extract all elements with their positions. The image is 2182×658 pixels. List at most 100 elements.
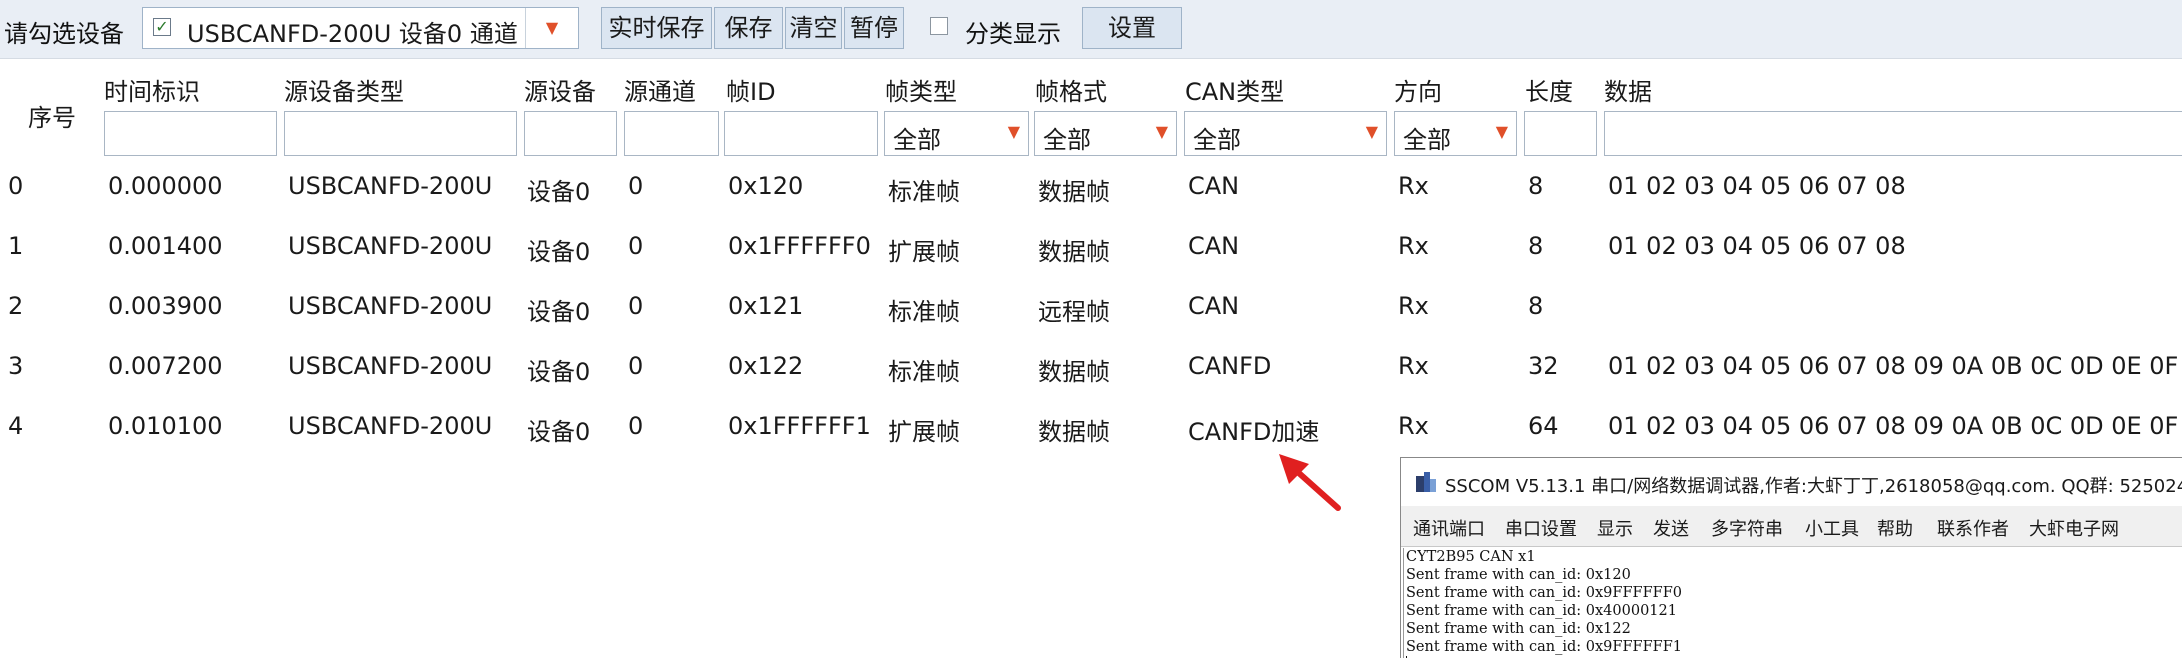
table-row[interactable]: 0 0.000000 USBCANFD-200U 设备0 0 0x120 标准帧…	[0, 160, 2182, 220]
filter-direction-value: 全部	[1403, 126, 1451, 154]
cell-can-type: CAN	[1188, 172, 1240, 200]
table-row[interactable]: 3 0.007200 USBCANFD-200U 设备0 0 0x122 标准帧…	[0, 340, 2182, 400]
column-header-time: 时间标识	[104, 78, 200, 106]
menu-item-website[interactable]: 大虾电子网	[2029, 515, 2119, 541]
cell-seq: 4	[8, 412, 24, 440]
column-header-device: 源设备	[524, 78, 596, 106]
cell-channel: 0	[628, 232, 644, 260]
filter-frame-type-select[interactable]: 全部 ▼	[884, 111, 1029, 156]
table-row[interactable]: 4 0.010100 USBCANFD-200U 设备0 0 0x1FFFFFF…	[0, 400, 2182, 460]
sscom-title-bar[interactable]: SSCOM V5.13.1 串口/网络数据调试器,作者:大虾丁丁,2618058…	[1401, 458, 2182, 506]
cell-frame-id: 0x1FFFFFF1	[728, 412, 871, 440]
cell-time: 0.007200	[108, 352, 223, 380]
cell-seq: 2	[8, 292, 24, 320]
menu-item-send[interactable]: 发送	[1653, 515, 1689, 541]
classify-label: 分类显示	[965, 20, 1061, 48]
filter-can-type-value: 全部	[1193, 126, 1241, 154]
cell-frame-format: 数据帧	[1038, 178, 1110, 206]
table-row[interactable]: 1 0.001400 USBCANFD-200U 设备0 0 0x1FFFFFF…	[0, 220, 2182, 280]
device-select-value: USBCANFD-200U 设备0 通道0	[187, 20, 519, 48]
column-header-frame-type: 帧类型	[885, 78, 957, 106]
column-header-seq: 序号	[28, 104, 76, 132]
menu-item-help[interactable]: 帮助	[1877, 515, 1913, 541]
cell-device: 设备0	[527, 178, 591, 206]
cell-channel: 0	[628, 292, 644, 320]
filter-direction-select[interactable]: 全部 ▼	[1394, 111, 1517, 156]
menu-item-serial-settings[interactable]: 串口设置	[1505, 515, 1577, 541]
cell-length: 32	[1528, 352, 1559, 380]
annotation-arrow-icon	[1279, 454, 1341, 511]
menu-item-tools[interactable]: 小工具	[1805, 515, 1859, 541]
cell-device-type: USBCANFD-200U	[288, 292, 493, 320]
cell-frame-type: 扩展帧	[888, 238, 960, 266]
filter-frame-id-input[interactable]	[724, 111, 878, 156]
sscom-menu-bar: 通讯端口 串口设置 显示 发送 多字符串 小工具 帮助 联系作者 大虾电子网	[1401, 506, 2182, 547]
filter-can-type-select[interactable]: 全部 ▼	[1184, 111, 1387, 156]
cell-can-type: CANFD	[1188, 352, 1272, 380]
menu-item-multi-string[interactable]: 多字符串	[1711, 515, 1783, 541]
cell-channel: 0	[628, 412, 644, 440]
chevron-down-icon[interactable]: ▼	[1008, 122, 1020, 141]
filter-device-type-input[interactable]	[284, 111, 517, 156]
chevron-down-icon[interactable]: ▼	[525, 8, 578, 48]
table-row[interactable]: 2 0.003900 USBCANFD-200U 设备0 0 0x121 标准帧…	[0, 280, 2182, 340]
menu-item-port[interactable]: 通讯端口	[1413, 515, 1485, 541]
column-header-frame-id: 帧ID	[726, 78, 776, 106]
column-header-device-type: 源设备类型	[284, 78, 404, 106]
cell-length: 8	[1528, 232, 1544, 260]
cell-seq: 0	[8, 172, 24, 200]
sscom-window: SSCOM V5.13.1 串口/网络数据调试器,作者:大虾丁丁,2618058…	[1400, 457, 2182, 658]
cell-frame-type: 扩展帧	[888, 418, 960, 446]
cell-frame-format: 数据帧	[1038, 418, 1110, 446]
realtime-save-button[interactable]: 实时保存	[601, 7, 712, 49]
toolbar: 请勾选设备 ✓ USBCANFD-200U 设备0 通道0 ▼ 实时保存 保存 …	[0, 0, 2182, 59]
filter-device-input[interactable]	[524, 111, 617, 156]
filter-frame-format-select[interactable]: 全部 ▼	[1034, 111, 1177, 156]
cell-device: 设备0	[527, 238, 591, 266]
log-line: Sent frame with can_id: 0x120	[1406, 567, 1631, 583]
column-header-length: 长度	[1525, 78, 1573, 106]
cell-time: 0.001400	[108, 232, 223, 260]
device-checkbox[interactable]: ✓	[153, 18, 171, 36]
cell-time: 0.003900	[108, 292, 223, 320]
cell-can-type: CAN	[1188, 292, 1240, 320]
filter-frame-type-value: 全部	[893, 126, 941, 154]
menu-item-display[interactable]: 显示	[1597, 515, 1633, 541]
save-button[interactable]: 保存	[714, 7, 783, 49]
cell-frame-id: 0x122	[728, 352, 804, 380]
cell-can-type: CAN	[1188, 232, 1240, 260]
device-select[interactable]: ✓ USBCANFD-200U 设备0 通道0 ▼	[142, 7, 579, 49]
settings-button[interactable]: 设置	[1082, 7, 1182, 49]
filter-length-input[interactable]	[1524, 111, 1597, 156]
filter-data-input[interactable]	[1604, 111, 2182, 156]
cell-time: 0.010100	[108, 412, 223, 440]
menu-item-contact[interactable]: 联系作者	[1937, 515, 2009, 541]
cell-frame-id: 0x120	[728, 172, 804, 200]
cell-frame-type: 标准帧	[888, 358, 960, 386]
filter-channel-input[interactable]	[624, 111, 719, 156]
column-header-direction: 方向	[1394, 78, 1442, 106]
cell-device-type: USBCANFD-200U	[288, 352, 493, 380]
cell-frame-type: 标准帧	[888, 298, 960, 326]
sscom-receive-area[interactable]: CYT2B95 CAN x1 Sent frame with can_id: 0…	[1403, 548, 2182, 658]
cell-seq: 3	[8, 352, 24, 380]
classify-checkbox[interactable]	[930, 17, 948, 35]
column-header-frame-format: 帧格式	[1035, 78, 1107, 106]
cell-data: 01 02 03 04 05 06 07 08 09 0A 0B 0C 0D 0…	[1608, 412, 2182, 440]
chevron-down-icon[interactable]: ▼	[1366, 122, 1378, 141]
chevron-down-icon[interactable]: ▼	[1156, 122, 1168, 141]
cell-can-type: CANFD加速	[1188, 418, 1320, 446]
cell-data: 01 02 03 04 05 06 07 08	[1608, 172, 1906, 200]
pause-button[interactable]: 暂停	[844, 7, 904, 49]
cell-device: 设备0	[527, 358, 591, 386]
clear-button[interactable]: 清空	[785, 7, 842, 49]
cell-length: 8	[1528, 172, 1544, 200]
cell-frame-id: 0x1FFFFFF0	[728, 232, 871, 260]
sscom-app-icon	[1416, 472, 1436, 492]
cell-direction: Rx	[1398, 172, 1429, 200]
chevron-down-icon[interactable]: ▼	[1496, 122, 1508, 141]
column-header-channel: 源通道	[624, 78, 696, 106]
device-label: 请勾选设备	[4, 20, 124, 48]
filter-time-input[interactable]	[104, 111, 277, 156]
cell-length: 64	[1528, 412, 1559, 440]
